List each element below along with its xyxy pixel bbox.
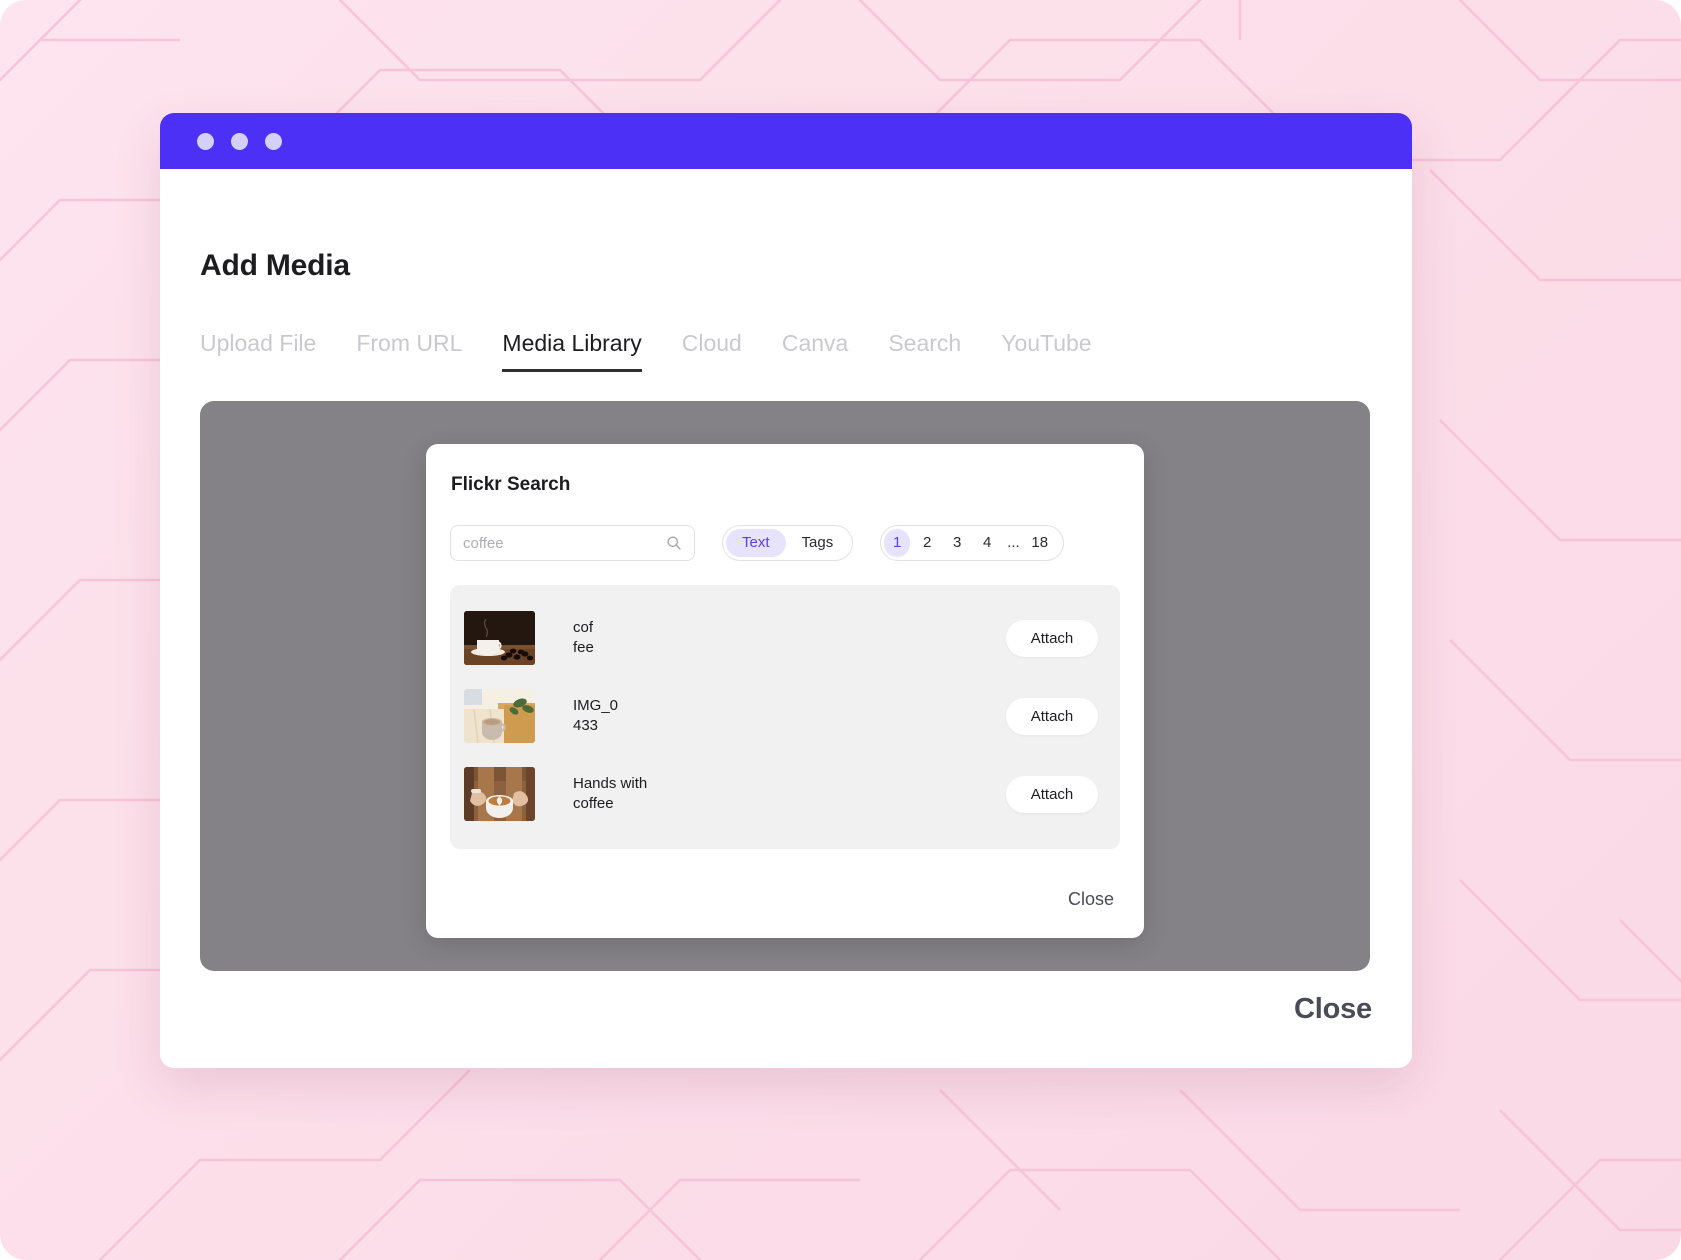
result-row[interactable]: cof fee Attach xyxy=(464,599,1098,677)
tab-media-library[interactable]: Media Library xyxy=(502,330,642,372)
page-button-last[interactable]: 18 xyxy=(1027,529,1053,557)
tab-upload-file[interactable]: Upload File xyxy=(200,330,316,372)
search-input[interactable] xyxy=(463,534,666,552)
thumbnail-latte-wood-table[interactable] xyxy=(464,689,535,743)
tab-canva[interactable]: Canva xyxy=(782,330,848,372)
result-row[interactable]: IMG_0 433 Attach xyxy=(464,677,1098,755)
result-title: IMG_0 433 xyxy=(573,696,693,737)
thumbnail-coffee-cup-beans-dark[interactable] xyxy=(464,611,535,665)
flickr-search-modal: Flickr Search Te xyxy=(426,444,1144,938)
attach-button[interactable]: Attach xyxy=(1006,619,1098,657)
search-field[interactable] xyxy=(450,525,695,561)
result-title-line1: IMG_0 xyxy=(573,696,619,714)
tab-youtube[interactable]: YouTube xyxy=(1001,330,1091,372)
pagination: 1 2 3 4 ... 18 xyxy=(880,525,1064,561)
result-title-line2: 433 xyxy=(573,717,599,734)
tab-bar: Upload File From URL Media Library Cloud… xyxy=(200,330,1372,372)
results-list: cof fee Attach IMG_0 433 Attach Hands wi… xyxy=(450,585,1120,849)
modal-close-button[interactable]: Close xyxy=(1066,885,1116,914)
toggle-option-text[interactable]: Text xyxy=(726,529,786,557)
result-title-line2: coffee xyxy=(573,795,614,812)
search-icon xyxy=(666,535,682,551)
result-title-line2: fee xyxy=(573,639,594,656)
result-row[interactable]: Hands with coffee Attach xyxy=(464,755,1098,833)
page-button-2[interactable]: 2 xyxy=(914,529,940,557)
thumbnail-hands-holding-latte[interactable] xyxy=(464,767,535,821)
toggle-option-tags[interactable]: Tags xyxy=(786,529,850,557)
page-button-4[interactable]: 4 xyxy=(974,529,1000,557)
attach-button[interactable]: Attach xyxy=(1006,775,1098,813)
traffic-light-close-dot[interactable] xyxy=(197,132,214,150)
traffic-light-minimize-dot[interactable] xyxy=(231,132,248,150)
tab-search[interactable]: Search xyxy=(888,330,961,372)
tab-from-url[interactable]: From URL xyxy=(356,330,462,372)
page-button-1[interactable]: 1 xyxy=(884,529,911,557)
close-button[interactable]: Close xyxy=(1294,993,1372,1026)
attach-button[interactable]: Attach xyxy=(1006,697,1098,735)
modal-title: Flickr Search xyxy=(451,474,571,495)
modal-backdrop: Flickr Search Te xyxy=(200,401,1370,971)
page-title: Add Media xyxy=(200,249,350,282)
window-titlebar xyxy=(160,113,1412,169)
tab-cloud[interactable]: Cloud xyxy=(682,330,742,372)
pagination-ellipsis: ... xyxy=(1007,534,1020,551)
result-title-line1: Hands with xyxy=(573,774,648,792)
browser-window: Add Media Upload File From URL Media Lib… xyxy=(160,113,1412,1068)
page-button-3[interactable]: 3 xyxy=(944,529,970,557)
window-footer: Close xyxy=(1294,993,1372,1026)
modal-footer: Close xyxy=(450,885,1120,914)
result-title: Hands with coffee xyxy=(573,774,693,815)
window-body: Add Media Upload File From URL Media Lib… xyxy=(160,169,1412,1068)
result-title-line1: cof xyxy=(573,618,594,636)
modal-controls: Text Tags 1 2 3 4 ... 18 xyxy=(450,525,1120,561)
result-title: cof fee xyxy=(573,618,693,659)
page-background: Add Media Upload File From URL Media Lib… xyxy=(0,0,1681,1260)
search-mode-toggle: Text Tags xyxy=(722,525,854,561)
traffic-light-maximize-dot[interactable] xyxy=(265,132,282,150)
